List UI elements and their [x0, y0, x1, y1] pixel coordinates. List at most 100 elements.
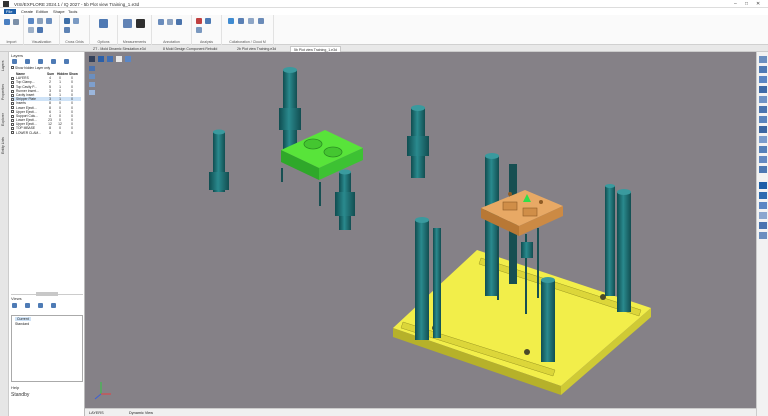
new-layer-icon[interactable]: [12, 59, 17, 64]
ribbon-group-annotation: Annotation: [152, 15, 192, 45]
view-cube-icon[interactable]: [89, 56, 95, 62]
dimension-icon[interactable]: [167, 19, 173, 25]
cloud-icon[interactable]: [228, 18, 234, 24]
rotate-icon[interactable]: [37, 27, 43, 33]
vtab-explorer[interactable]: Explorer: [1, 108, 8, 130]
show-hidden-filter[interactable]: Show hidden Layer only: [11, 66, 83, 71]
delete-view-icon[interactable]: [38, 303, 43, 308]
orbit-icon[interactable]: [89, 90, 95, 95]
3d-viewport[interactable]: [85, 52, 756, 408]
add-layer-icon[interactable]: [25, 59, 30, 64]
pan-icon[interactable]: [89, 82, 95, 87]
open-file-icon[interactable]: [13, 19, 19, 25]
layers-panel: Layers Show hidden Layer only Name Sum H…: [9, 52, 85, 416]
layer-show-count: 0: [71, 130, 73, 135]
arrow-icon[interactable]: [176, 19, 182, 25]
view-item-current[interactable]: Current: [15, 317, 31, 321]
ribbon-group-label: Options: [97, 40, 110, 44]
clip-plane-icon[interactable]: [64, 27, 70, 33]
layer-checkbox[interactable]: [11, 131, 14, 135]
vtab-layers[interactable]: Layers: [1, 56, 8, 76]
print-icon[interactable]: [248, 18, 254, 24]
delete-layer-icon[interactable]: [64, 59, 69, 64]
view-front-icon[interactable]: [759, 56, 767, 63]
zoom-window-icon[interactable]: [89, 74, 95, 79]
export-icon[interactable]: [258, 18, 264, 24]
viewport-toolbar: [89, 56, 131, 95]
vtab-entity-lists[interactable]: Entity Lists: [1, 134, 8, 158]
import-icon[interactable]: [4, 19, 10, 25]
ribbon-group-label: Collaboration / Cloud M: [229, 40, 266, 44]
view-reset-icon[interactable]: [759, 232, 767, 239]
render-mode-icon[interactable]: [107, 56, 113, 62]
status-view: Dynamic View: [129, 410, 153, 415]
draft-analysis-icon[interactable]: [205, 18, 211, 24]
view-top-icon[interactable]: [759, 96, 767, 103]
wireframe-icon[interactable]: [37, 18, 43, 24]
views-list: Current Standard: [11, 315, 83, 382]
ribbon-group-collaboration: Collaboration / Cloud M: [222, 15, 274, 45]
view-perspective-icon[interactable]: [759, 156, 767, 163]
view-section-icon[interactable]: [759, 166, 767, 173]
view-iso-4-icon[interactable]: [759, 146, 767, 153]
merge-layer-icon[interactable]: [38, 59, 43, 64]
menu-file[interactable]: File: [4, 9, 16, 14]
view-wire-icon[interactable]: [759, 222, 767, 229]
analysis-icon[interactable]: [196, 18, 202, 24]
view-hidden-lines-icon[interactable]: [759, 202, 767, 209]
grid-icon[interactable]: [64, 18, 70, 24]
minimize-button[interactable]: –: [734, 1, 737, 7]
view-iso-3-icon[interactable]: [759, 136, 767, 143]
help-status: Standby: [11, 392, 30, 398]
save-view-icon[interactable]: [25, 303, 30, 308]
view-settings-icon[interactable]: [51, 303, 56, 308]
layer-sum: 3: [49, 130, 51, 135]
share-icon[interactable]: [238, 18, 244, 24]
layers-scrollbar[interactable]: [11, 292, 83, 296]
shaded-view-icon[interactable]: [28, 18, 34, 24]
menu-edition[interactable]: Edition: [34, 9, 50, 14]
camera-icon[interactable]: [125, 56, 131, 62]
view-transparent-icon[interactable]: [759, 212, 767, 219]
layers-toolbar: [11, 59, 83, 65]
view-bottom-icon[interactable]: [759, 106, 767, 113]
view-iso-2-icon[interactable]: [759, 126, 767, 133]
view-right-icon[interactable]: [759, 86, 767, 93]
help-label: Help: [11, 385, 20, 390]
background-icon[interactable]: [116, 56, 122, 62]
menu-shape[interactable]: Shape: [51, 9, 67, 14]
views-toolbar: [11, 303, 83, 309]
axis-triad-icon: [94, 382, 111, 400]
view-shaded-icon[interactable]: [759, 182, 767, 189]
close-button[interactable]: ✕: [756, 1, 760, 7]
maximize-button[interactable]: □: [745, 1, 748, 7]
filter-checkbox[interactable]: [11, 66, 14, 69]
text-note-icon[interactable]: [158, 19, 164, 25]
status-layer: LAYERS: [89, 410, 104, 415]
options-icon[interactable]: [99, 19, 108, 28]
menu-create[interactable]: Create: [19, 9, 35, 14]
window-title: VISI/EXPLORE 2024.1 / IQ 2027 - 5b Plot …: [14, 1, 140, 7]
ruler-icon[interactable]: [136, 19, 145, 28]
view-item-standard[interactable]: Standard: [15, 322, 29, 326]
zoom-fit-icon[interactable]: [89, 66, 95, 71]
section-icon[interactable]: [73, 18, 79, 24]
view-back-icon[interactable]: [759, 66, 767, 73]
layer-row[interactable]: LOWER CLAM... 3 0 0: [11, 131, 81, 135]
view-left-icon[interactable]: [759, 76, 767, 83]
vtab-properties[interactable]: Properties: [1, 80, 8, 104]
new-view-icon[interactable]: [12, 303, 17, 308]
thickness-icon[interactable]: [196, 27, 202, 33]
ribbon-group-options: Options: [90, 15, 118, 45]
shading-mode-icon[interactable]: [98, 56, 104, 62]
layer-visibility-icon[interactable]: [51, 59, 56, 64]
view-iso-icon[interactable]: [759, 116, 767, 123]
menu-tools[interactable]: Tools: [66, 9, 79, 14]
ribbon-group-measurements: Measurements: [118, 15, 152, 45]
view-edges-icon[interactable]: [759, 192, 767, 199]
layers-panel-title: Layers: [11, 53, 24, 58]
zoom-icon[interactable]: [28, 27, 34, 33]
measure-icon[interactable]: [123, 19, 132, 28]
layer-view-icon[interactable]: [46, 18, 52, 24]
layers-table: Name Sum Hidden Show LAYERS 4 0 0 Top Clamp.…: [11, 72, 81, 135]
